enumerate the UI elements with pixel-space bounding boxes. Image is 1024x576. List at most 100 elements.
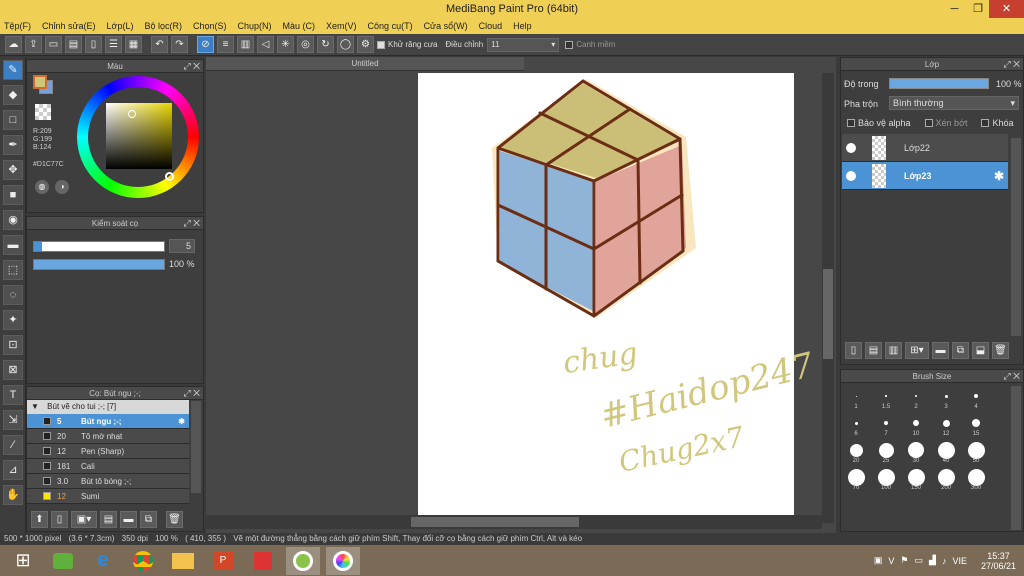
- brush-item[interactable]: 181 Cali: [27, 459, 189, 474]
- visibility-icon[interactable]: [846, 170, 856, 181]
- eyedropper-tool-icon[interactable]: ⁄: [3, 435, 23, 455]
- vertical-scroll-thumb[interactable]: [823, 269, 833, 359]
- volume-icon[interactable]: ♪: [942, 556, 947, 566]
- brush-size-cell[interactable]: 100: [871, 465, 901, 492]
- brush-size-cell[interactable]: 40: [931, 438, 961, 465]
- operation-tool-icon[interactable]: ⇲: [3, 410, 23, 430]
- new-brush-icon[interactable]: ▯: [51, 511, 68, 528]
- new-layer-icon[interactable]: ▯: [845, 342, 862, 359]
- file-explorer-icon[interactable]: [166, 547, 200, 575]
- duplicate-icon[interactable]: ⧉: [140, 511, 157, 528]
- select-eraser-tool-icon[interactable]: ⊠: [3, 360, 23, 380]
- menu-color[interactable]: Màu (C): [283, 21, 316, 31]
- snap-circle-icon[interactable]: ◎: [297, 36, 314, 53]
- sv-cursor[interactable]: [128, 110, 136, 118]
- duplicate-layer-icon[interactable]: ⧉: [952, 342, 969, 359]
- primary-color-swatch[interactable]: [33, 75, 47, 89]
- pen-tool-icon[interactable]: ✒: [3, 135, 23, 155]
- protect-alpha-checkbox[interactable]: [847, 119, 855, 127]
- panel-icon[interactable]: ▤: [65, 36, 82, 53]
- opacity-slider[interactable]: [33, 259, 165, 270]
- brush-size-cell[interactable]: 15: [961, 411, 991, 438]
- vietkey-icon[interactable]: V: [888, 556, 894, 566]
- puzzle-app-icon[interactable]: [246, 547, 280, 575]
- menu-tools[interactable]: Công cụ(T): [368, 21, 413, 31]
- brush-size-cell[interactable]: 3: [931, 384, 961, 411]
- brush-item[interactable]: 12 Pen (Sharp): [27, 444, 189, 459]
- magic-wand-tool-icon[interactable]: ✦: [3, 310, 23, 330]
- palette-icon[interactable]: ◍: [35, 180, 49, 194]
- select-tool-icon[interactable]: ⬚: [3, 260, 23, 280]
- brush-size-cell[interactable]: 150: [901, 465, 931, 492]
- maximize-button[interactable]: ❐: [967, 0, 989, 18]
- folder-icon[interactable]: ▬: [120, 511, 137, 528]
- comment-icon[interactable]: ▭: [45, 36, 62, 53]
- close-icon[interactable]: ⤢ ✕: [1003, 370, 1020, 383]
- snap-ellipse-icon[interactable]: ◯: [337, 36, 354, 53]
- layer-add-menu-icon[interactable]: ⊞▾: [905, 342, 929, 359]
- share-icon[interactable]: ⇪: [25, 36, 42, 53]
- brush-menu-icon[interactable]: ▣▾: [71, 511, 97, 528]
- windows-start-icon[interactable]: ⊞: [6, 547, 40, 575]
- tray-icon[interactable]: ▣: [874, 555, 883, 566]
- minimize-button[interactable]: ─: [942, 0, 967, 18]
- bucket-tool-icon[interactable]: ◉: [3, 210, 23, 230]
- gear-icon[interactable]: ✱: [178, 417, 185, 426]
- flag-icon[interactable]: ⚑: [900, 555, 908, 566]
- redo-icon[interactable]: ↷: [171, 36, 188, 53]
- layer-opacity-slider[interactable]: [889, 78, 989, 89]
- transparent-swatch[interactable]: [35, 104, 51, 120]
- blend-mode-select[interactable]: Bình thường ▾: [889, 96, 1019, 110]
- undo-icon[interactable]: ↶: [151, 36, 168, 53]
- brush-size-cell[interactable]: 70: [841, 465, 871, 492]
- hue-ring[interactable]: [77, 76, 199, 198]
- clock[interactable]: 15:37 27/06/21: [981, 551, 1016, 571]
- keyboard-language[interactable]: VIE: [952, 556, 967, 566]
- adjust-select[interactable]: 11 ▾: [487, 37, 560, 52]
- tab-untitled[interactable]: Untitled: [206, 57, 524, 71]
- dropper-tool-icon[interactable]: ⊿: [3, 460, 23, 480]
- smooth-checkbox[interactable]: [565, 40, 574, 49]
- drawing-canvas[interactable]: chug #Haidop247 Chug2x7: [418, 73, 818, 515]
- brush-size-cell[interactable]: 2: [901, 384, 931, 411]
- brush-tool-icon[interactable]: ✎: [3, 60, 23, 80]
- brush-item[interactable]: 5 Bút ngu ;-; ✱: [27, 414, 189, 429]
- page-icon[interactable]: ▯: [85, 36, 102, 53]
- brush-size-cell[interactable]: 1.5: [871, 384, 901, 411]
- brush-list-scrollbar[interactable]: [191, 401, 201, 493]
- snap-curve-icon[interactable]: ↻: [317, 36, 334, 53]
- size-value[interactable]: 5: [169, 239, 195, 253]
- layer-scrollbar[interactable]: [1011, 138, 1021, 336]
- brush-size-cell[interactable]: 50: [961, 438, 991, 465]
- brush-size-cell[interactable]: 6: [841, 411, 871, 438]
- brush-item[interactable]: 12 Sumi: [27, 489, 189, 504]
- brush-size-cell[interactable]: 30: [901, 438, 931, 465]
- close-icon[interactable]: ⤢ ✕: [183, 217, 200, 230]
- brush-size-cell[interactable]: 12: [931, 411, 961, 438]
- brush-size-cell[interactable]: 7: [871, 411, 901, 438]
- trash-icon[interactable]: 🗑: [166, 511, 183, 528]
- chrome-icon[interactable]: [126, 547, 160, 575]
- brush-size-cell[interactable]: 4: [961, 384, 991, 411]
- brush-size-cell[interactable]: 20: [841, 438, 871, 465]
- clipping-checkbox[interactable]: [924, 119, 933, 127]
- lock-checkbox[interactable]: [981, 119, 990, 127]
- layer-row[interactable]: Lớp23 ✱: [842, 162, 1008, 190]
- saturation-value-square[interactable]: [106, 103, 172, 169]
- medibang-app-icon[interactable]: [326, 546, 360, 575]
- menu-layer[interactable]: Lớp(L): [107, 21, 134, 31]
- vertical-scrollbar[interactable]: [822, 73, 834, 523]
- gradient-tool-icon[interactable]: ▬: [3, 235, 23, 255]
- brush-size-cell[interactable]: 200: [931, 465, 961, 492]
- layer-row[interactable]: Lớp22: [842, 134, 1008, 162]
- brush-settings-icon[interactable]: ▤: [100, 511, 117, 528]
- close-button[interactable]: ✕: [989, 0, 1024, 18]
- size-slider[interactable]: [33, 241, 165, 252]
- snap-radial-icon[interactable]: ✳: [277, 36, 294, 53]
- select-pen-tool-icon[interactable]: ⊡: [3, 335, 23, 355]
- grid-icon[interactable]: ▦: [125, 36, 142, 53]
- palette-settings-icon[interactable]: ◑: [55, 180, 69, 194]
- close-icon[interactable]: ⤢ ✕: [183, 387, 200, 400]
- eraser-tool-icon[interactable]: ◆: [3, 85, 23, 105]
- menu-view[interactable]: Xem(V): [326, 21, 357, 31]
